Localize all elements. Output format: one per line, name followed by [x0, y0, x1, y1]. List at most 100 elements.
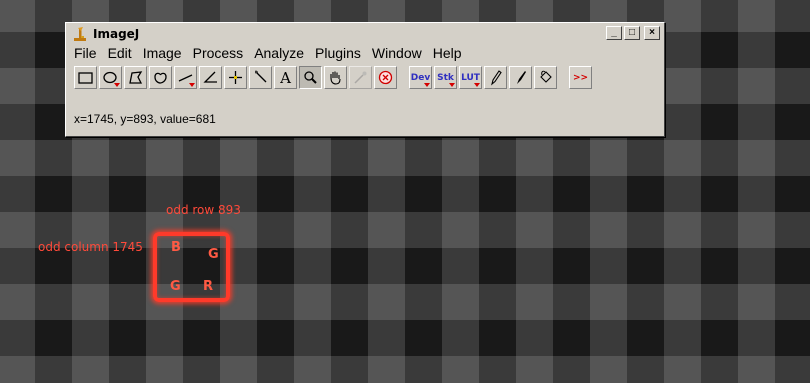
- tool-polygon[interactable]: [124, 66, 147, 89]
- column-annotation: odd column 1745: [38, 240, 143, 254]
- bayer-cell: [590, 320, 627, 356]
- bayer-cell: [368, 212, 405, 248]
- menu-process[interactable]: Process: [193, 45, 244, 61]
- bayer-cell: [257, 140, 294, 176]
- bayer-cell: [257, 284, 294, 320]
- tool-brush[interactable]: [509, 66, 532, 89]
- bayer-cell: [405, 356, 442, 383]
- tool-lut-menu[interactable]: LUT: [459, 66, 482, 89]
- bayer-cell: [183, 356, 220, 383]
- bayer-cell: [368, 176, 405, 212]
- toolbar: A Dev Stk LUT >>: [74, 66, 594, 89]
- menu-window[interactable]: Window: [372, 45, 422, 61]
- tool-color-picker[interactable]: [349, 66, 372, 89]
- tool-wand[interactable]: [249, 66, 272, 89]
- bayer-cell: [368, 284, 405, 320]
- bayer-cell: [294, 140, 331, 176]
- flood-fill-icon: [540, 70, 552, 83]
- bayer-cell: [442, 140, 479, 176]
- bayer-cell: [701, 356, 738, 383]
- row-annotation: odd row 893: [166, 203, 241, 217]
- bayer-cell: [738, 320, 775, 356]
- bayer-cell: [331, 212, 368, 248]
- bayer-cell: [331, 356, 368, 383]
- tool-magnifier[interactable]: [299, 66, 322, 89]
- tool-text[interactable]: A: [274, 66, 297, 89]
- bayer-cell: [664, 284, 701, 320]
- bayer-cell: [627, 356, 664, 383]
- bayer-cell: [109, 284, 146, 320]
- bayer-cell: [553, 284, 590, 320]
- bayer-cell: [516, 248, 553, 284]
- bayer-cell: [72, 320, 109, 356]
- tool-freehand[interactable]: [149, 66, 172, 89]
- menu-plugins[interactable]: Plugins: [315, 45, 361, 61]
- bayer-cell: [331, 176, 368, 212]
- rectangle-selection-icon: [78, 72, 93, 84]
- bayer-cell: [183, 140, 220, 176]
- bayer-cell: [0, 32, 35, 68]
- tool-flood-fill[interactable]: [534, 66, 557, 89]
- tool-hand[interactable]: [324, 66, 347, 89]
- bayer-cell: [109, 320, 146, 356]
- bayer-cell: [627, 320, 664, 356]
- bayer-cell: [0, 212, 35, 248]
- tool-more[interactable]: >>: [569, 66, 592, 89]
- bayer-cell: [220, 356, 257, 383]
- tool-oval[interactable]: [99, 66, 122, 89]
- tool-stack-menu[interactable]: Stk: [434, 66, 457, 89]
- bayer-cell: [368, 248, 405, 284]
- bayer-cell: [553, 140, 590, 176]
- bayer-cell: [627, 140, 664, 176]
- bayer-cell: [590, 140, 627, 176]
- imagej-window: ImageJ _ □ × File Edit Image Process Ana…: [65, 22, 665, 137]
- bayer-cell: [775, 32, 810, 68]
- menu-edit[interactable]: Edit: [108, 45, 132, 61]
- developer-menu-icon: Dev: [410, 72, 431, 83]
- tool-rectangle[interactable]: [74, 66, 97, 89]
- bayer-cell: [294, 212, 331, 248]
- bayer-cell: [442, 284, 479, 320]
- tool-point[interactable]: [224, 66, 247, 89]
- tool-stop[interactable]: [374, 66, 397, 89]
- bayer-cell: [738, 0, 775, 32]
- bayer-cell: [701, 68, 738, 104]
- bayer-cell: [109, 356, 146, 383]
- bayer-cell: [479, 356, 516, 383]
- tool-dev-menu[interactable]: Dev: [409, 66, 432, 89]
- bayer-cell: [294, 248, 331, 284]
- bayer-cell: [72, 140, 109, 176]
- bayer-cell: [553, 212, 590, 248]
- bayer-cell: [627, 248, 664, 284]
- bayer-cell: [664, 176, 701, 212]
- bayer-cell: [775, 0, 810, 32]
- bayer-cell: [0, 104, 35, 140]
- bayer-cell: [331, 284, 368, 320]
- bayer-cell: [0, 176, 35, 212]
- menu-help[interactable]: Help: [433, 45, 462, 61]
- pixel-highlight-box: [153, 232, 230, 302]
- bayer-cell: [664, 320, 701, 356]
- menu-image[interactable]: Image: [143, 45, 182, 61]
- tool-angle[interactable]: [199, 66, 222, 89]
- tool-pencil[interactable]: [484, 66, 507, 89]
- bayer-cell: [368, 320, 405, 356]
- maximize-button[interactable]: □: [624, 26, 640, 40]
- tool-line[interactable]: [174, 66, 197, 89]
- bayer-cell: [257, 248, 294, 284]
- close-button[interactable]: ×: [644, 26, 660, 40]
- text-tool-icon: A: [280, 68, 291, 87]
- bayer-cell: [738, 212, 775, 248]
- bayer-cell: [109, 176, 146, 212]
- bayer-cell: [479, 140, 516, 176]
- bayer-cell: [405, 320, 442, 356]
- menu-analyze[interactable]: Analyze: [254, 45, 304, 61]
- menu-file[interactable]: File: [74, 45, 97, 61]
- bayer-cell: [294, 176, 331, 212]
- bayer-cell: [442, 320, 479, 356]
- bayer-cell: [109, 140, 146, 176]
- title-bar[interactable]: ImageJ _ □ ×: [68, 25, 662, 43]
- minimize-button[interactable]: _: [606, 26, 622, 40]
- bayer-cell: [775, 176, 810, 212]
- bayer-cell: [516, 212, 553, 248]
